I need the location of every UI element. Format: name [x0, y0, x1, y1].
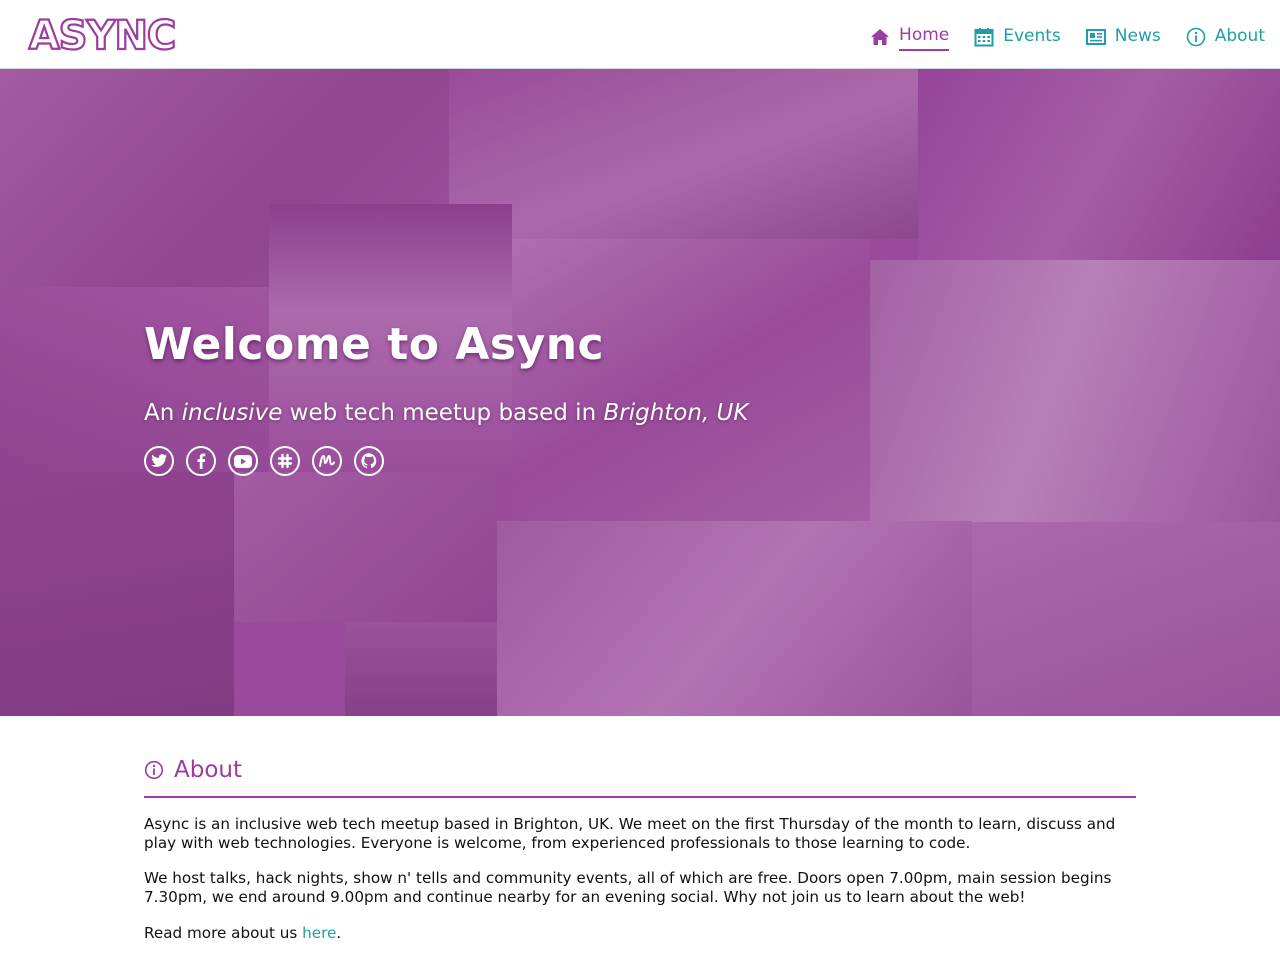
twitter-icon — [151, 454, 167, 467]
hero-photo-collage — [0, 69, 1280, 716]
async-logo[interactable]: ASYNC — [18, 16, 186, 54]
hero-subtitle: An inclusive web tech meetup based in Br… — [144, 400, 748, 426]
slack-icon — [277, 453, 293, 469]
main-nav: Home Events News About — [845, 22, 1265, 52]
nav-news-label: News — [1114, 26, 1161, 46]
nav-home[interactable]: Home — [869, 22, 950, 52]
nav-news[interactable]: News — [1085, 22, 1161, 52]
about-section: About Async is an inclusive web tech mee… — [144, 752, 1136, 943]
social-links — [144, 446, 396, 476]
youtube-icon — [234, 454, 252, 468]
social-facebook-link[interactable] — [186, 446, 216, 476]
nav-about[interactable]: About — [1185, 22, 1265, 52]
newspaper-icon — [1085, 26, 1107, 48]
about-paragraph-1: Async is an inclusive web tech meetup ba… — [144, 815, 1116, 852]
social-youtube-link[interactable] — [228, 446, 258, 476]
nav-home-label: Home — [899, 23, 950, 51]
hero-banner: Welcome to Async An inclusive web tech m… — [0, 69, 1280, 716]
social-twitter-link[interactable] — [144, 446, 174, 476]
hero-subtitle-part1: An — [144, 400, 182, 426]
hero-subtitle-em2: Brighton, UK — [603, 400, 749, 426]
site-header: ASYNC Home Events News About — [0, 0, 1280, 69]
read-more-link[interactable]: here — [302, 924, 336, 942]
home-icon — [869, 26, 891, 48]
about-p3-text: Read more about us — [144, 924, 303, 942]
hero-subtitle-part2: web tech meetup based in — [282, 400, 604, 426]
about-header: About — [144, 752, 1136, 798]
logo-text: ASYNC — [29, 16, 176, 54]
info-icon — [1185, 26, 1207, 48]
about-paragraph-3: Read more about us here. — [144, 924, 1136, 943]
social-slack-link[interactable] — [270, 446, 300, 476]
github-icon — [361, 453, 377, 469]
meetup-icon — [319, 454, 335, 467]
nav-events[interactable]: Events — [973, 22, 1061, 52]
info-icon — [144, 760, 164, 780]
about-p3-period: . — [336, 924, 342, 942]
social-github-link[interactable] — [354, 446, 384, 476]
calendar-icon — [973, 26, 995, 48]
hero-subtitle-em1: inclusive — [181, 400, 283, 426]
about-paragraph-2: We host talks, hack nights, show n' tell… — [144, 869, 1112, 906]
facebook-icon — [197, 453, 206, 469]
nav-about-label: About — [1214, 26, 1265, 46]
about-title: About — [174, 757, 243, 783]
nav-events-label: Events — [1003, 26, 1061, 46]
social-meetup-link[interactable] — [312, 446, 342, 476]
hero-title: Welcome to Async — [144, 319, 605, 370]
